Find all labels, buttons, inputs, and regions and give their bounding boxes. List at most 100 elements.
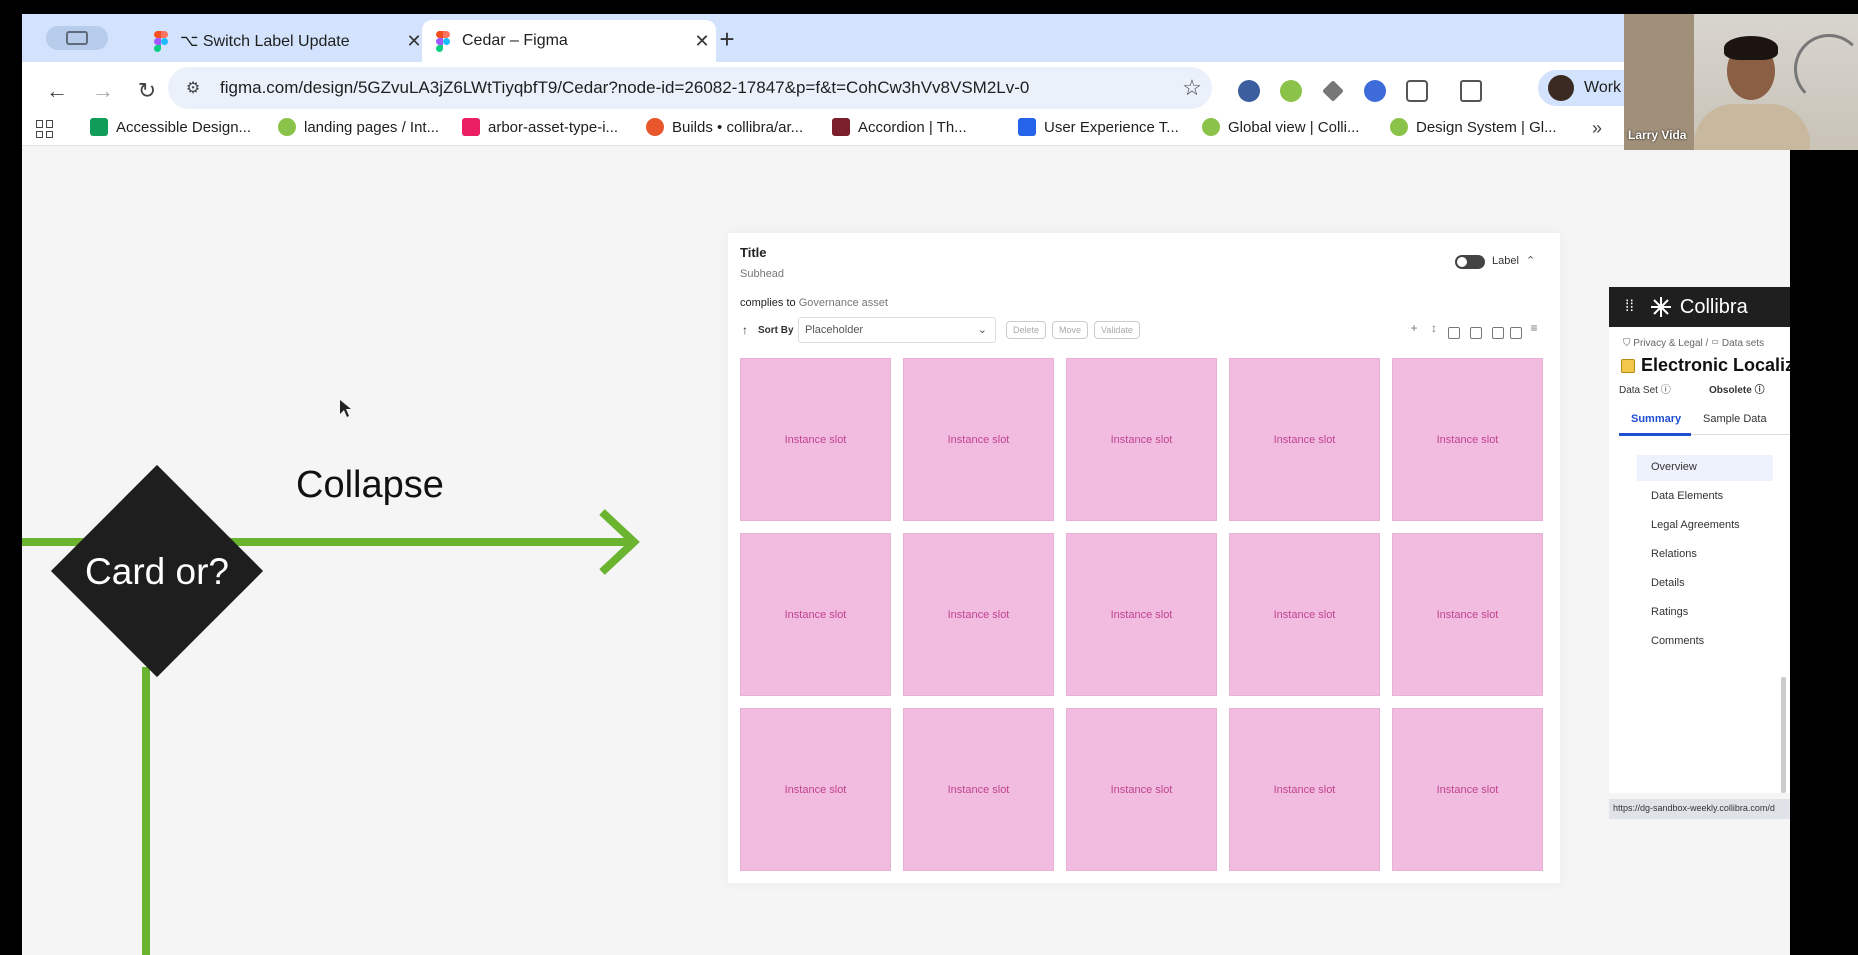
bookmark-global-view[interactable]: Global view | Colli... (1202, 118, 1359, 136)
instance-slot[interactable]: Instance slot (903, 533, 1054, 696)
reload-icon[interactable]: ↻ (132, 76, 162, 106)
nav-ratings[interactable]: Ratings (1651, 606, 1688, 618)
instance-slot[interactable]: Instance slot (1392, 708, 1543, 871)
instance-slot[interactable]: Instance slot (1392, 358, 1543, 521)
bookmark-landing-pages[interactable]: landing pages / Int... (278, 118, 439, 136)
instance-slot[interactable]: Instance slot (740, 358, 891, 521)
grid-view-icon[interactable] (1492, 327, 1504, 339)
bookmark-label: Builds • collibra/ar... (672, 118, 804, 136)
sort-arrow-icon[interactable]: ↑ (742, 323, 748, 337)
extensions-puzzle-icon[interactable] (1406, 80, 1428, 102)
add-icon[interactable]: + (1408, 322, 1420, 336)
save-view-icon[interactable] (1470, 327, 1482, 339)
instance-grid: Instance slot Instance slot Instance slo… (740, 358, 1543, 871)
toggle-label: Label (1492, 255, 1519, 267)
bookmark-accordion[interactable]: Accordion | Th... (832, 118, 967, 136)
url-text[interactable]: figma.com/design/5GZvuLA3jZ6LWtTiyqbfT9/… (220, 78, 1172, 98)
new-tab-button[interactable]: + (712, 24, 742, 55)
tab-title: ⌥ Switch Label Update (180, 33, 350, 50)
instance-slot[interactable]: Instance slot (1066, 533, 1217, 696)
video-tile[interactable]: Larry Vida (1624, 14, 1858, 150)
more-bookmarks-icon[interactable]: » (1592, 118, 1602, 139)
breadcrumb: ⛉ Privacy & Legal / ▭ Data sets (1623, 338, 1765, 349)
tab-sample-data[interactable]: Sample Data (1703, 413, 1767, 425)
info-icon: ⓘ (1660, 385, 1671, 396)
tab-title: Cedar – Figma (462, 32, 568, 49)
mouse-cursor-icon (340, 400, 351, 417)
menu-icon[interactable]: ≡ (1528, 322, 1540, 336)
screen-share: ⌥ Switch Label Update ✕ Cedar – Figma ✕ … (22, 14, 1790, 955)
bookmark-user-experience[interactable]: User Experience T... (1018, 118, 1179, 136)
bookmark-favicon-icon (278, 118, 296, 136)
list-view-icon[interactable] (1448, 327, 1460, 339)
chevron-down-icon: ⌄ (977, 324, 987, 336)
status-url: https://dg-sandbox-weekly.collibra.com/d (1609, 799, 1790, 819)
instance-slot[interactable]: Instance slot (1392, 533, 1543, 696)
extension-lock-icon[interactable] (1238, 80, 1260, 102)
nav-comments[interactable]: Comments (1651, 635, 1704, 647)
tab-cedar-figma[interactable]: Cedar – Figma ✕ (422, 20, 716, 62)
complies-prefix: complies to (740, 297, 796, 309)
bookmark-favicon-icon (832, 118, 850, 136)
extension-collibra-icon[interactable] (1280, 80, 1302, 102)
site-info-icon[interactable]: ⚙ (178, 78, 208, 98)
instance-slot[interactable]: Instance slot (740, 533, 891, 696)
bookmark-star-icon[interactable]: ☆ (1172, 75, 1212, 101)
folder-icon: ▭ (1711, 338, 1720, 349)
breadcrumb-item[interactable]: Data sets (1722, 338, 1764, 349)
validate-button[interactable]: Validate (1094, 321, 1140, 339)
extension-zoom-icon[interactable] (1364, 80, 1386, 102)
tab-strip: ⌥ Switch Label Update ✕ Cedar – Figma ✕ … (22, 14, 1790, 62)
instance-slot[interactable]: Instance slot (740, 708, 891, 871)
chevron-up-icon[interactable]: ⌃ (1526, 254, 1535, 267)
extension-diamond-icon[interactable] (1322, 80, 1344, 102)
instance-slot[interactable]: Instance slot (1229, 358, 1380, 521)
instance-slot[interactable]: Instance slot (1229, 708, 1380, 871)
address-bar[interactable]: ⚙ figma.com/design/5GZvuLA3jZ6LWtTiyqbfT… (168, 67, 1212, 109)
participant-name: Larry Vida (1628, 128, 1687, 142)
figma-icon (436, 31, 450, 52)
figma-canvas[interactable]: Collapse Card or? Title Subhead Label ⌃ … (22, 147, 1790, 955)
bookmark-arbor-asset-type[interactable]: arbor-asset-type-i... (462, 118, 618, 136)
avatar (1548, 75, 1574, 101)
bookmark-builds[interactable]: Builds • collibra/ar... (646, 118, 803, 136)
sort-order-icon[interactable]: ↕ (1428, 322, 1440, 336)
design-frame[interactable]: Title Subhead Label ⌃ complies to Govern… (728, 233, 1560, 883)
tile-view-icon[interactable] (1510, 327, 1522, 339)
nav-details[interactable]: Details (1651, 577, 1685, 589)
breadcrumb-item[interactable]: Privacy & Legal (1633, 338, 1702, 349)
complies-target[interactable]: Governance asset (799, 297, 888, 309)
bookmarks-bar: Accessible Design... landing pages / Int… (22, 114, 1790, 144)
back-icon[interactable]: ← (42, 76, 72, 106)
delete-button[interactable]: Delete (1006, 321, 1047, 339)
nav-overview[interactable]: Overview (1651, 461, 1697, 473)
move-button[interactable]: Move (1052, 321, 1089, 339)
apps-grid-icon[interactable] (36, 120, 54, 138)
panel-scrollbar[interactable] (1781, 677, 1786, 793)
participant-body (1694, 104, 1810, 150)
tab-search-button[interactable] (46, 26, 108, 50)
label-toggle[interactable] (1455, 255, 1485, 269)
instance-slot[interactable]: Instance slot (1066, 708, 1217, 871)
sort-select[interactable]: Placeholder ⌄ (798, 317, 996, 343)
bookmark-accessible-design[interactable]: Accessible Design... (90, 118, 251, 136)
instance-slot[interactable]: Instance slot (1066, 358, 1217, 521)
bookmark-favicon-icon (462, 118, 480, 136)
instance-slot[interactable]: Instance slot (903, 358, 1054, 521)
frame-subhead: Subhead (740, 268, 785, 280)
instance-slot[interactable]: Instance slot (903, 708, 1054, 871)
nav-legal-agreements[interactable]: Legal Agreements (1651, 519, 1740, 531)
forward-icon[interactable]: → (88, 76, 118, 106)
nav-data-elements[interactable]: Data Elements (1651, 490, 1723, 502)
bookmark-design-system[interactable]: Design System | Gl... (1390, 118, 1557, 136)
tab-search-cast-icon[interactable] (1460, 80, 1482, 102)
instance-slot[interactable]: Instance slot (1229, 533, 1380, 696)
app-grid-icon[interactable]: ⁞⁞ (1625, 298, 1634, 316)
bookmark-label: landing pages / Int... (304, 118, 440, 136)
profile-label: Work (1584, 79, 1622, 96)
nav-relations[interactable]: Relations (1651, 548, 1697, 560)
flow-label: Collapse (296, 464, 444, 506)
tab-switch-label-update[interactable]: ⌥ Switch Label Update ✕ (140, 20, 428, 62)
tab-summary[interactable]: Summary (1631, 413, 1681, 425)
lamp-shape (1794, 34, 1858, 104)
